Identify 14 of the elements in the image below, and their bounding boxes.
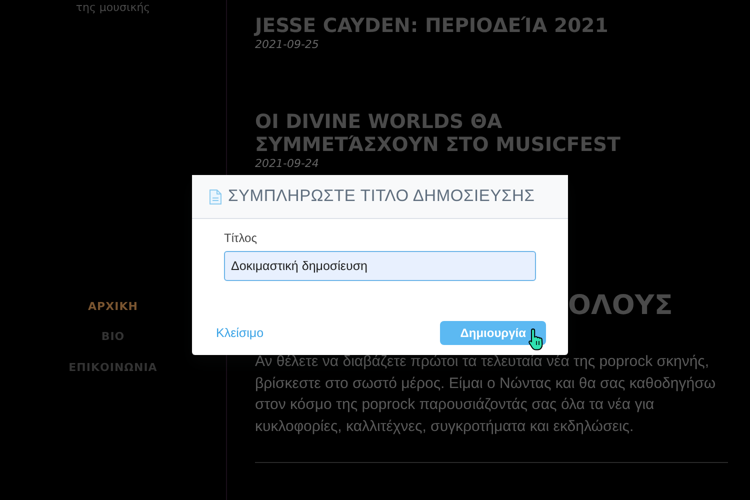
field-label: Τίτλος	[224, 230, 258, 247]
post-title[interactable]: JESSE CAYDEN: ΠΕΡΙΟΔΕΊΑ 2021	[255, 14, 655, 37]
post-title[interactable]: ΟΙ DIVINE WORLDS ΘΑ ΣΥΜΜΕΤΆΣΧΟΥΝ ΣΤΟ MUSICFEST	[255, 110, 655, 156]
dialog-title: ΣΥΜΠΛΗΡΩΣΤΕ ΤΙΤΛΟ ΔΗΜΟΣΙΕΥΣΗΣ	[228, 186, 535, 208]
document-icon	[209, 188, 222, 204]
create-button[interactable]: Δημιουργία	[440, 321, 546, 345]
about-paragraph: Αν θέλετε να διαβάζετε πρώτοι τα τελευταία νέα της poprock σκηνής, βρίσκεστε στο σωστό μέρος. Είμαι ο Νώντας και θα σας καθοδηγήσω στον κόσμο της poprock παρουσιάζοντάς σας όλα τα νέα για κυκλοφορίες, καλλιτέχνες, συγκροτήματα και εκδηλώσεις.	[255, 352, 717, 438]
close-link[interactable]: Κλείσιμο	[216, 324, 264, 342]
title-input[interactable]: Δοκιμαστική δημοσίευση	[224, 251, 536, 281]
post-date: 2021-09-24	[255, 156, 320, 172]
tagline: της μουσικής	[76, 0, 150, 16]
post-date: 2021-09-25	[255, 37, 320, 53]
section-heading: ΟΛΟΥΣ	[568, 292, 674, 319]
nav-link[interactable]: ΑΡΧΙΚΗ	[88, 298, 138, 315]
